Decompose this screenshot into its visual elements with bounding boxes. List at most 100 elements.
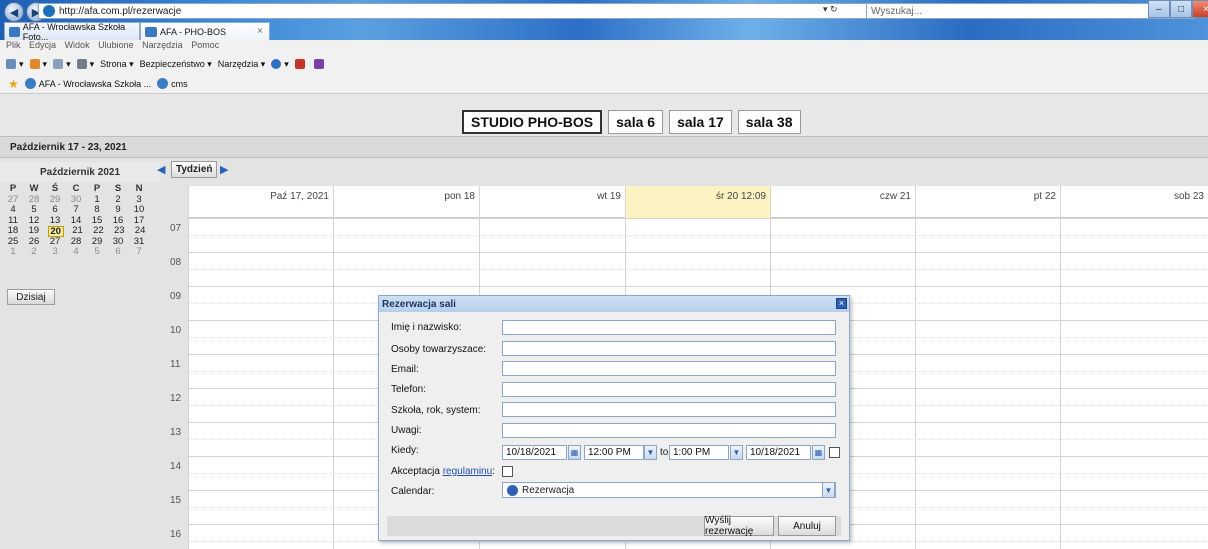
favorite-link[interactable]: cms (157, 78, 188, 89)
favorite-link[interactable]: AFA - Wrocławska Szkoła ... (24, 78, 151, 89)
mini-calendar-day[interactable]: 1 (6, 246, 20, 258)
mini-calendar-day[interactable]: 13 (48, 215, 62, 227)
mini-calendar-day[interactable]: 6 (48, 204, 62, 216)
day-column-divider (188, 218, 189, 549)
day-header[interactable]: Paź 17, 2021 (188, 186, 333, 218)
minimize-icon[interactable]: – (1148, 0, 1170, 18)
accept-text: Akceptacja (391, 466, 443, 477)
home-icon[interactable]: ⌂ (1122, 4, 1129, 16)
day-header[interactable]: śr 20 12:09 (625, 186, 770, 218)
safety-cmd[interactable]: Bezpieczeństwo ▾ (140, 59, 212, 70)
address-bar[interactable]: http://afa.com.pl/rezerwacje (38, 3, 868, 19)
print-cmd-icon[interactable]: ▾ (76, 59, 94, 70)
day-header[interactable]: sob 23 (1060, 186, 1208, 218)
menu-item[interactable]: Edycja (29, 40, 56, 50)
maximize-icon[interactable]: □ (1170, 0, 1192, 18)
help-cmd-icon[interactable]: ▾ (271, 59, 289, 70)
favorites-star-icon[interactable]: ★ (8, 77, 19, 91)
mini-calendar-day[interactable]: 20 (47, 226, 64, 237)
mini-calendar-day[interactable]: 6 (111, 246, 125, 258)
mini-calendar-day[interactable]: 7 (69, 204, 83, 216)
week-row: 27 28 29 30 1 2 3 (6, 194, 154, 206)
tab-sala-6[interactable]: sala 6 (608, 110, 664, 134)
next-week-icon[interactable]: ▶ (220, 163, 228, 176)
browser-tab-afa[interactable]: AFA - Wrocławska Szkoła Foto... (4, 22, 140, 42)
start-date-input[interactable]: 10/18/2021 (502, 445, 567, 460)
menu-item[interactable]: Narzędzia (142, 40, 183, 50)
tab-sala-17[interactable]: sala 17 (669, 110, 732, 134)
chevron-down-icon[interactable]: ▼ (644, 445, 657, 460)
mini-calendar-day[interactable]: 19 (27, 225, 41, 237)
day-header[interactable]: pt 22 (915, 186, 1060, 218)
mini-calendar-day[interactable]: 5 (90, 246, 104, 258)
chevron-down-icon[interactable]: ▼ (822, 482, 835, 498)
prev-week-icon[interactable]: ◀ (157, 163, 165, 176)
notes-input[interactable] (502, 423, 836, 438)
email-input[interactable] (502, 361, 836, 376)
mini-calendar-day[interactable]: 4 (6, 204, 20, 216)
onenote-icon[interactable] (313, 59, 327, 69)
tools-cmd[interactable]: Narzędzia ▾ (218, 59, 266, 70)
tab-sala-38[interactable]: sala 38 (737, 110, 801, 134)
today-button[interactable]: Dzisiaj (7, 289, 55, 305)
day-header[interactable]: czw 21 (770, 186, 915, 218)
weekday-label: S (114, 183, 122, 194)
hour-label: 08 (170, 257, 182, 268)
submit-reservation-button[interactable]: Wyślij rezerwację (704, 515, 774, 537)
menu-item[interactable]: Pomoc (191, 40, 219, 50)
mini-calendar-day[interactable]: 7 (132, 246, 146, 258)
end-time-select[interactable]: 1:00 PM (669, 445, 729, 460)
accept-label: Akceptacja regulaminu: (391, 466, 495, 477)
end-date-input[interactable]: 10/18/2021 (746, 445, 811, 460)
mini-calendar-day[interactable]: 9 (111, 204, 125, 216)
mini-calendar-day[interactable]: 4 (69, 246, 83, 258)
hour-label: 13 (170, 427, 182, 438)
mini-calendar-day[interactable]: 8 (90, 204, 104, 216)
close-window-icon[interactable]: × (1192, 0, 1208, 18)
feeds-cmd-icon[interactable]: ▾ (29, 59, 47, 70)
menu-item[interactable]: Plik (6, 40, 21, 50)
menu-item[interactable]: Ulubione (98, 40, 134, 50)
browser-tab-phobos[interactable]: AFA - PHO-BOS × (140, 22, 270, 40)
mini-calendar-day[interactable]: 5 (27, 204, 41, 216)
weekday-label: P (9, 183, 17, 194)
tab-close-icon[interactable]: × (257, 26, 263, 37)
chevron-down-icon[interactable]: ▼ (730, 445, 743, 460)
mini-calendar-day[interactable]: 2 (27, 246, 41, 258)
phone-label: Telefon: (391, 384, 427, 395)
all-day-checkbox[interactable] (829, 447, 840, 458)
mini-calendar-day[interactable]: 10 (132, 204, 146, 216)
day-header[interactable]: wt 19 (479, 186, 625, 218)
mail-cmd-icon[interactable]: ▾ (53, 59, 71, 70)
name-input[interactable] (502, 320, 836, 335)
mini-calendar-day[interactable]: 24 (133, 225, 147, 237)
calendar-select[interactable]: Rezerwacja (502, 482, 836, 498)
home-cmd-icon[interactable]: ▾ (6, 59, 24, 70)
mini-calendar-day[interactable]: 3 (48, 246, 62, 258)
tab-studio-phobos[interactable]: STUDIO PHO-BOS (462, 110, 603, 134)
mini-calendar-day[interactable]: 21 (71, 225, 85, 237)
school-input[interactable] (502, 402, 836, 417)
menu-item[interactable]: Widok (65, 40, 90, 50)
accept-rules-checkbox[interactable] (502, 466, 513, 477)
page-cmd[interactable]: Strona ▾ (100, 59, 134, 70)
search-input[interactable]: Wyszukaj... (866, 3, 1196, 19)
back-icon[interactable]: ◀ (4, 2, 24, 22)
address-url: http://afa.com.pl/rezerwacje (59, 5, 182, 17)
cancel-button[interactable]: Anuluj (778, 516, 836, 536)
week-view-button[interactable]: Tydzień (171, 161, 218, 178)
day-header[interactable]: pon 18 (333, 186, 479, 218)
dialog-close-icon[interactable]: × (836, 298, 847, 309)
rules-link[interactable]: regulaminu (443, 466, 492, 477)
calendar-picker-icon[interactable]: ▦ (812, 445, 825, 460)
phone-input[interactable] (502, 382, 836, 397)
calendar-picker-icon[interactable]: ▦ (568, 445, 581, 460)
start-time-select[interactable]: 12:00 PM (584, 445, 644, 460)
mini-calendar-day[interactable]: 18 (6, 225, 20, 237)
mini-calendar-day[interactable]: 22 (91, 225, 105, 237)
companions-input[interactable] (502, 341, 836, 356)
mini-calendar-title: Październik 2021 (0, 162, 160, 182)
addon-icon[interactable] (294, 59, 308, 69)
mini-calendar-day[interactable]: 23 (112, 225, 126, 237)
refresh-icon[interactable]: ▾ ↻ (823, 4, 838, 15)
